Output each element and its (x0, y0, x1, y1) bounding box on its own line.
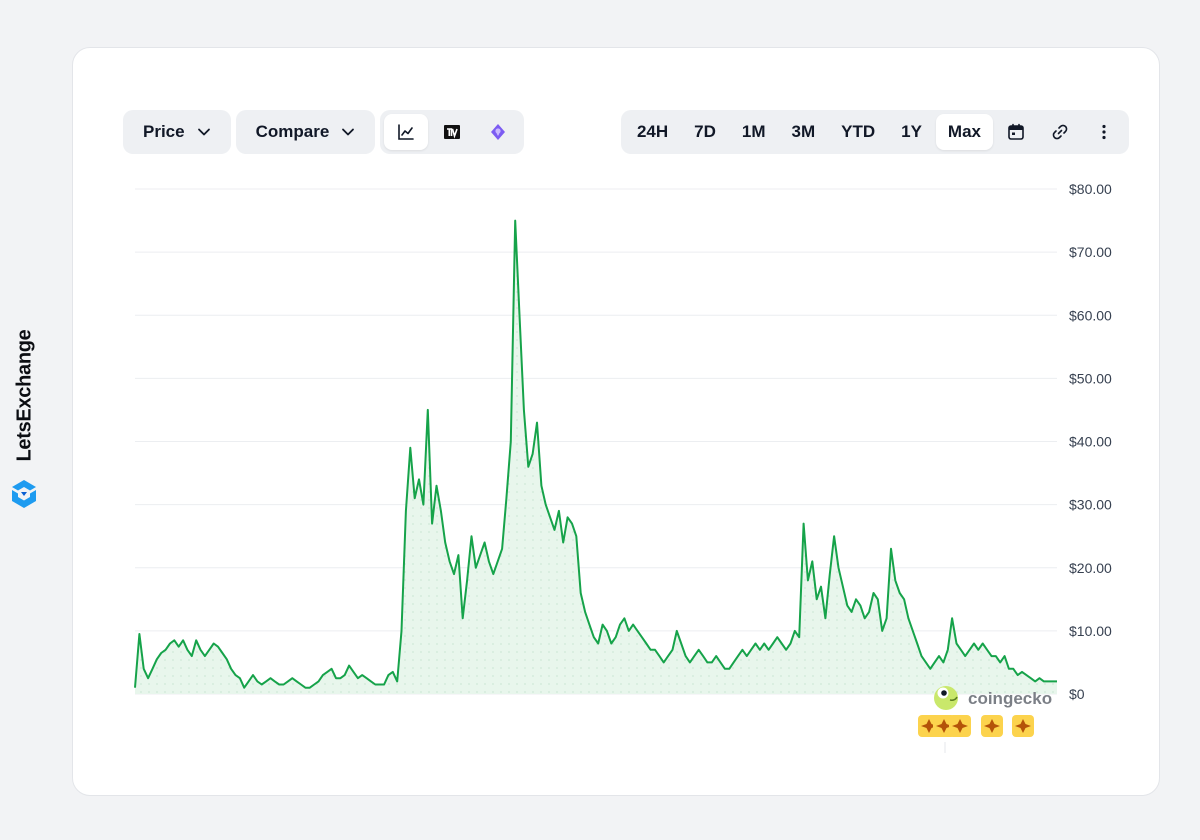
chart-area (135, 220, 1057, 694)
y-tick-label: $50.00 (1069, 370, 1112, 386)
chart-grid (135, 188, 1057, 695)
chart-line (134, 219, 1057, 689)
y-tick-label: $60.00 (1069, 307, 1112, 323)
price-area-pattern (135, 220, 1057, 694)
chart-event-markers (918, 715, 1034, 753)
price-area-fill (135, 220, 1057, 694)
y-axis-labels: $0 $10.00 $20.00 $30.00 $40.00 $50.00 $60.00 $7… (1069, 181, 1112, 702)
coingecko-watermark: coingecko (934, 686, 1052, 710)
y-tick-label: $20.00 (1069, 560, 1112, 576)
letsexchange-logo-icon (12, 480, 36, 508)
event-marker-icon[interactable] (949, 715, 971, 737)
y-tick-label: $30.00 (1069, 497, 1112, 513)
price-series-line (134, 219, 1057, 689)
y-tick-label: $40.00 (1069, 434, 1112, 450)
y-tick-label: $0 (1069, 686, 1085, 702)
event-marker-icon[interactable] (1012, 715, 1034, 737)
y-tick-label: $70.00 (1069, 244, 1112, 260)
event-marker-icon[interactable] (981, 715, 1003, 737)
price-chart: $0 $10.00 $20.00 $30.00 $40.00 $50.00 $60.00 $7… (134, 181, 1112, 753)
chart-card: Price Compare 24H 7D 1M 3M YTD 1Y Max $0… (72, 47, 1160, 796)
brand-name: LetsExchange (13, 329, 36, 462)
brand: LetsExchange (8, 320, 40, 520)
y-tick-label: $80.00 (1069, 181, 1112, 197)
coingecko-logo-icon (934, 686, 958, 710)
y-tick-label: $10.00 (1069, 623, 1112, 639)
coingecko-text: coingecko (968, 689, 1052, 708)
